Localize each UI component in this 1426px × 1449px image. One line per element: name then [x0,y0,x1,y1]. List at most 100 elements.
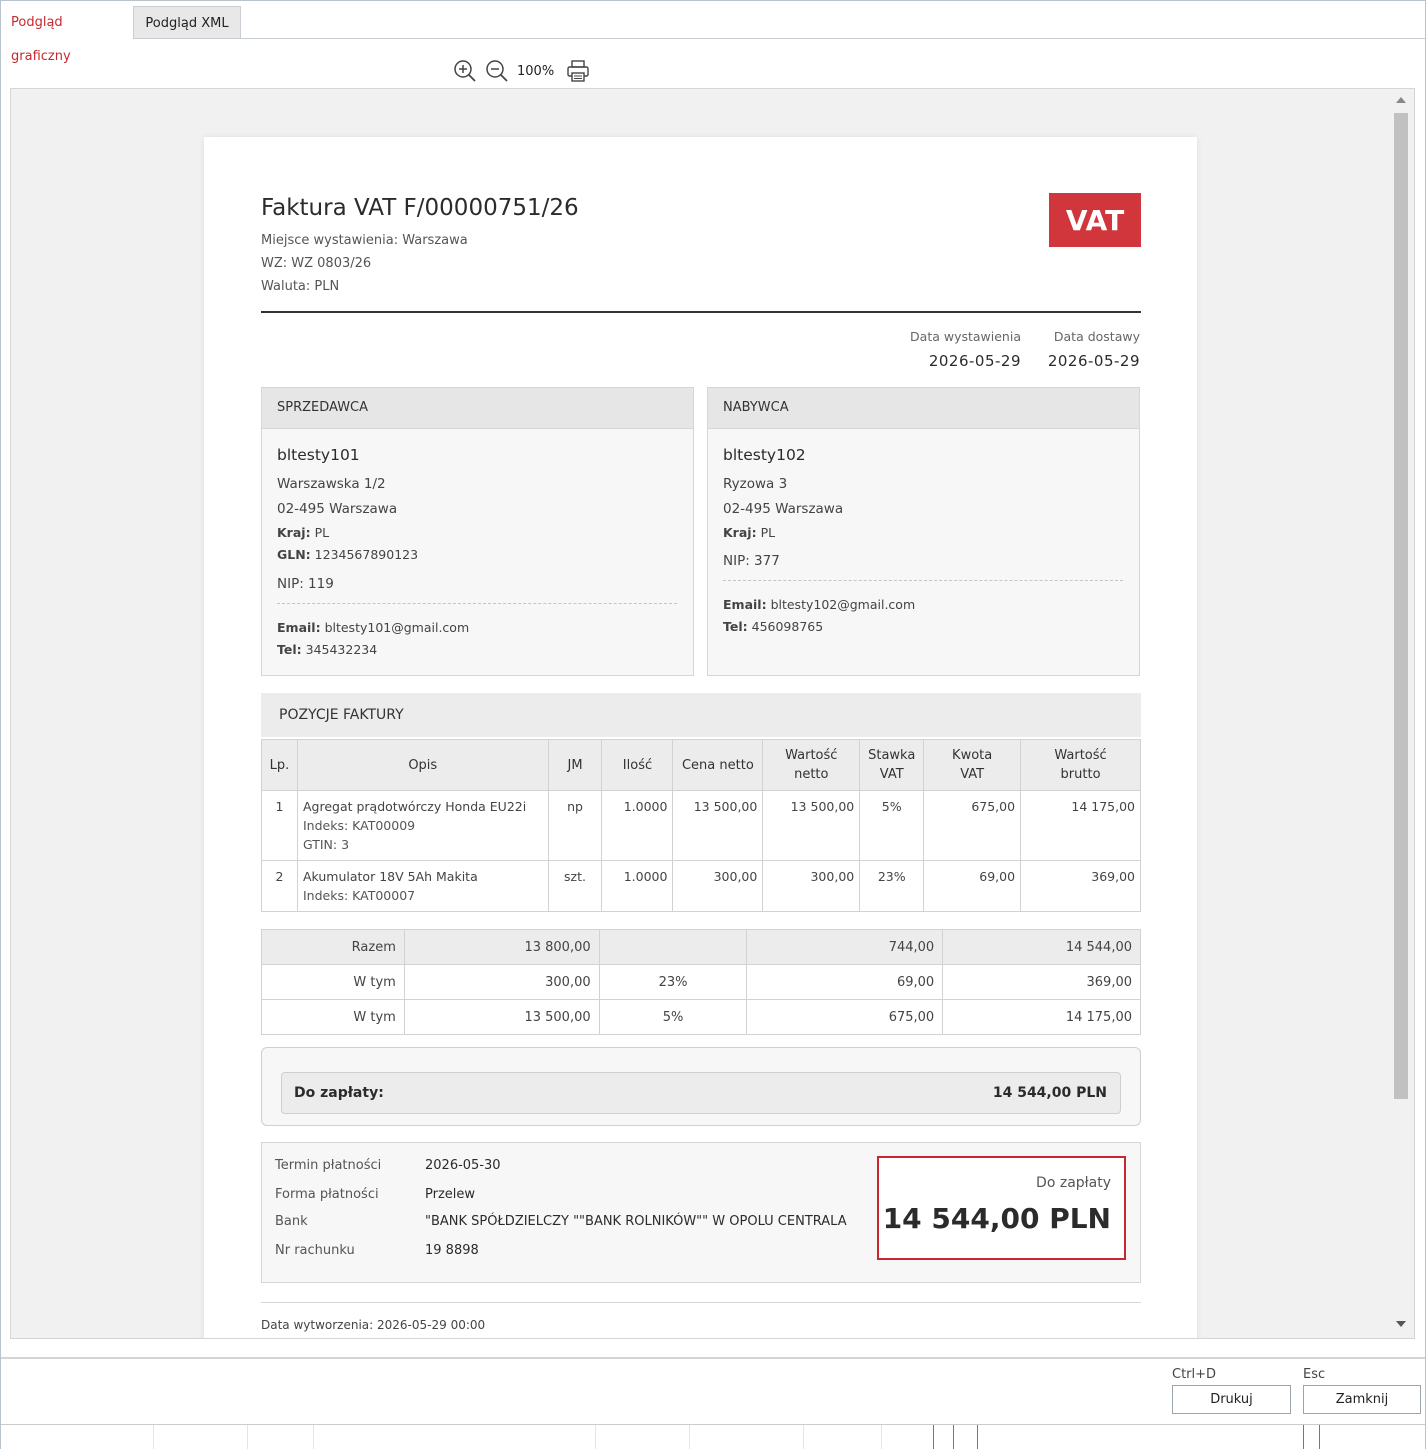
col-cena: Cena netto [672,739,764,791]
row1-gtin: GTIN: 3 [302,837,350,852]
row2-gross: 369,00 [1020,860,1141,912]
row2-qty: 1.0000 [601,860,674,912]
row1-lp: 1 [261,790,298,861]
buyer-header: NABYWCA [708,388,1139,429]
seller-country: Kraj: PL [277,525,329,540]
buyer-country: Kraj: PL [723,525,775,540]
sum-vat: 675,00 [746,999,944,1035]
row1-net: 13 500,00 [762,790,861,861]
amount-due-value: 14 544,00 PLN [882,1202,1111,1235]
row2-lp: 2 [261,860,298,912]
col-jm: JM [547,739,603,791]
seller-email: Email: bltesty101@gmail.com [277,620,469,635]
sum-label: Razem [261,929,405,965]
seller-street: Warszawska 1/2 [277,476,386,492]
sum-label: W tym [261,964,405,1000]
account-number: 19 8898 [425,1243,479,1258]
buyer-email-label: Email: [723,597,767,612]
sum-vat: 69,00 [746,964,944,1000]
col-stawka-line1: Stawka [868,748,916,763]
items-header-row: Lp. Opis JM Ilość Cena netto Wartość nett… [261,739,1141,791]
col-brutto: Wartość brutto [1020,739,1141,791]
status-segment [595,1425,596,1449]
vat-summary-table: Razem 13 800,00 744,00 14 544,00 W tym 3… [261,929,1141,1035]
delivery-date-label: Data dostawy [1053,329,1140,344]
status-segment [933,1425,934,1449]
invoice-wz: WZ: WZ 0803/26 [261,256,372,271]
tab-xml-preview[interactable]: Podgląd XML [133,6,241,38]
status-segment [803,1425,804,1449]
seller-email-label: Email: [277,620,321,635]
scroll-up-arrow-icon[interactable] [1396,97,1406,103]
issue-date-block: Data wystawienia 2026-05-29 [910,329,1021,370]
status-segment [1319,1425,1320,1449]
row1-price: 13 500,00 [672,790,764,861]
row2-vat: 69,00 [923,860,1022,912]
sum-label: W tym [261,999,405,1035]
buyer-name: bltesty102 [723,446,806,464]
to-pay-bar: Do zapłaty: 14 544,00 PLN [281,1072,1121,1114]
bank-name: "BANK SPÓŁDZIELCZY ""BANK ROLNIKÓW"" W O… [425,1214,847,1229]
status-segment [977,1425,978,1449]
creation-date: Data wytworzenia: 2026-05-29 00:00 [261,1318,486,1332]
seller-divider [277,603,677,604]
seller-tel: Tel: 345432234 [277,642,377,657]
col-netto-line2: netto [794,767,829,782]
footer-divider [261,1302,1141,1303]
delivery-date: 2026-05-29 [1047,352,1140,370]
tab-bar: Podgląd graficzny Podgląd XML [1,6,1425,64]
col-brutto-line1: Wartość [1054,748,1107,763]
to-pay-value: 14 544,00 PLN [992,1085,1107,1101]
zoom-in-icon[interactable] [451,57,479,85]
row2-jm: szt. [547,860,603,912]
buyer-box: NABYWCA bltesty102 Ryzowa 3 02-495 Warsz… [707,387,1140,676]
scroll-down-arrow-icon[interactable] [1396,1321,1406,1327]
col-stawka-line2: VAT [879,767,904,782]
status-segment [689,1425,690,1449]
seller-tel-label: Tel: [277,642,302,657]
document-viewer[interactable]: Faktura VAT F/00000751/26 Miejsce wystaw… [10,88,1415,1339]
close-button[interactable]: Zamknij [1303,1385,1421,1414]
payment-term: 2026-05-30 [425,1158,501,1173]
seller-gln-value: 1234567890123 [314,547,419,562]
scrollbar-thumb[interactable] [1394,113,1408,1099]
sum-rate [598,929,748,965]
seller-email-value: bltesty101@gmail.com [324,620,470,635]
print-button[interactable]: Drukuj [1172,1385,1291,1414]
amount-due-title: Do zapłaty [1036,1175,1111,1191]
table-row: 1 Agregat prądotwórczy Honda EU22i Indek… [261,790,1141,861]
items-table: Lp. Opis JM Ilość Cena netto Wartość nett… [261,739,1141,912]
issue-date-label: Data wystawienia [910,329,1021,344]
seller-city: 02-495 Warszawa [277,501,398,517]
seller-nip: NIP: 119 [277,576,334,592]
seller-gln: GLN: 1234567890123 [277,547,418,562]
items-section-title: POZYCJE FAKTURY [261,693,1141,737]
seller-box: SPRZEDAWCA bltesty101 Warszawska 1/2 02-… [261,387,694,676]
to-pay-label: Do zapłaty: [294,1085,384,1101]
row1-jm: np [547,790,603,861]
buyer-email: Email: bltesty102@gmail.com [723,597,915,612]
seller-tel-value: 345432234 [305,642,378,657]
printer-icon[interactable] [564,57,592,85]
sum-net: 13 500,00 [403,999,600,1035]
seller-name: bltesty101 [277,446,360,464]
table-row: 2 Akumulator 18V 5Ah Makita Indeks: KAT0… [261,860,1141,912]
col-stawka: Stawka VAT [859,739,925,791]
col-kwota: Kwota VAT [923,739,1022,791]
row2-name: Akumulator 18V 5Ah Makita [302,869,478,884]
header-divider [261,311,1141,313]
row1-vat: 675,00 [923,790,1022,861]
account-label: Nr rachunku [275,1243,355,1258]
status-segment [247,1425,248,1449]
bank-label: Bank [275,1214,308,1229]
col-lp: Lp. [261,739,298,791]
seller-country-value: PL [314,525,330,540]
sum-gross: 14 544,00 [942,929,1141,965]
summary-row: W tym 300,00 23% 69,00 369,00 [261,964,1141,1000]
buyer-nip: NIP: 377 [723,553,780,569]
vertical-scrollbar[interactable] [1391,89,1411,1338]
viewer-toolbar: 100% [451,57,592,85]
zoom-out-icon[interactable] [483,57,511,85]
sum-vat: 744,00 [746,929,944,965]
tab-graphic-preview[interactable]: Podgląd graficzny [1,6,133,64]
